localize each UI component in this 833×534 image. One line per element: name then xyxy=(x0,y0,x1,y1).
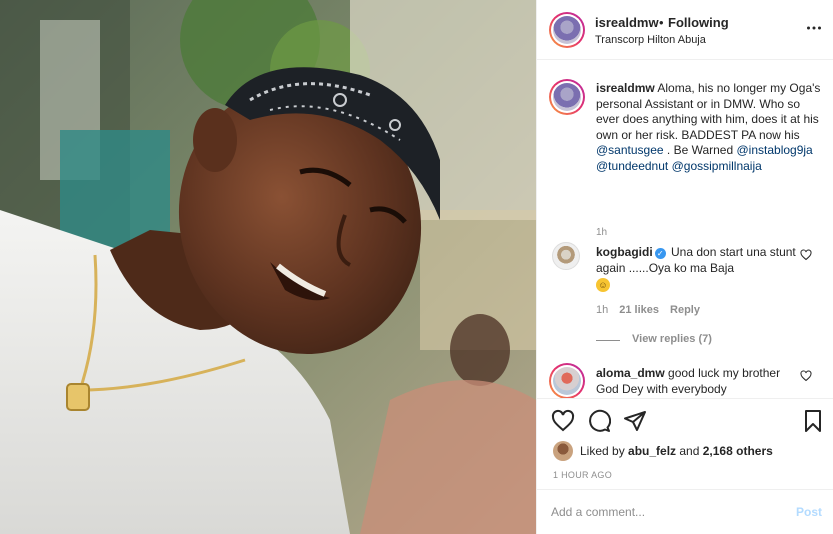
comment-bubble-icon[interactable] xyxy=(587,409,612,433)
liked-by-count[interactable]: 2,168 others xyxy=(703,444,773,458)
instagram-post-modal: isrealdmw • Following Transcorp Hilton A… xyxy=(0,0,833,534)
comment-username[interactable]: aloma_dmw xyxy=(596,366,665,380)
post-photo-illustration xyxy=(0,0,536,534)
liked-by-and: and xyxy=(676,444,703,458)
comment-time: 1h xyxy=(596,304,609,316)
caption-username[interactable]: isrealdmw xyxy=(596,81,655,95)
header-separator: • xyxy=(659,15,664,30)
view-replies-button[interactable]: View replies (7) xyxy=(632,333,712,345)
comment-avatar[interactable] xyxy=(549,363,585,398)
following-button[interactable]: Following xyxy=(668,15,729,30)
mention-tundeednut[interactable]: @tundeednut xyxy=(596,159,668,173)
view-replies-line xyxy=(596,340,620,341)
author-avatar[interactable] xyxy=(549,12,585,48)
verified-badge-icon: ✓ xyxy=(654,248,666,259)
mention-instablog9ja[interactable]: @instablog9ja xyxy=(736,143,812,157)
liked-by-user[interactable]: abu_felz xyxy=(628,444,676,458)
comment-avatar[interactable] xyxy=(552,242,580,270)
comment-like-heart-icon[interactable] xyxy=(800,369,812,382)
post-actions: Liked by abu_felz and 2,168 others 1 HOU… xyxy=(537,398,833,490)
liker-avatar[interactable] xyxy=(553,441,573,461)
mention-gossipmillnaija[interactable]: @gossipmillnaija xyxy=(672,159,762,173)
author-username[interactable]: isrealdmw xyxy=(595,15,659,30)
comment-text: kogbagidi ✓ Una don start una stunt again… xyxy=(596,244,796,292)
liked-by-prefix: Liked by xyxy=(580,444,629,458)
post-sidebar: isrealdmw • Following Transcorp Hilton A… xyxy=(536,0,833,534)
add-comment-bar: Add a comment... Post xyxy=(537,489,833,534)
comments-section[interactable]: isrealdmw Aloma, his no longer my Oga's … xyxy=(537,61,833,398)
comment-like-heart-icon[interactable] xyxy=(800,248,812,261)
like-heart-icon[interactable] xyxy=(551,409,575,433)
comment-text: aloma_dmw good luck my brother God Dey w… xyxy=(596,365,796,397)
comment-item: aloma_dmw good luck my brother God Dey w… xyxy=(537,363,833,398)
post-photo[interactable] xyxy=(0,0,536,534)
rofl-emoji-icon: ☺ xyxy=(596,278,610,292)
comment-reply-button[interactable]: Reply xyxy=(670,304,700,316)
post-location[interactable]: Transcorp Hilton Abuja xyxy=(595,34,706,46)
post-comment-button[interactable]: Post xyxy=(796,502,822,522)
more-horizontal-icon[interactable] xyxy=(806,20,822,36)
comment-input[interactable]: Add a comment... xyxy=(551,502,771,522)
post-timestamp[interactable]: 1 HOUR AGO xyxy=(553,470,612,480)
comment-meta: 1h 21 likes Reply xyxy=(596,304,711,316)
share-paper-plane-icon[interactable] xyxy=(623,409,647,433)
caption-body-2: . Be Warned xyxy=(663,143,737,157)
comment-item: kogbagidi ✓ Una don start una stunt again… xyxy=(537,242,833,347)
caption-time: 1h xyxy=(596,227,608,238)
mention-santusgee[interactable]: @santusgee xyxy=(596,143,664,157)
save-bookmark-icon[interactable] xyxy=(801,409,825,433)
comment-username[interactable]: kogbagidi xyxy=(596,245,653,259)
post-header: isrealdmw • Following Transcorp Hilton A… xyxy=(537,0,833,60)
likes-summary: Liked by abu_felz and 2,168 others xyxy=(553,441,823,461)
caption-text: isrealdmw Aloma, his no longer my Oga's … xyxy=(596,81,824,174)
caption-avatar[interactable] xyxy=(549,79,585,115)
comment-likes[interactable]: 21 likes xyxy=(619,304,659,316)
likes-text: Liked by abu_felz and 2,168 others xyxy=(580,444,773,458)
